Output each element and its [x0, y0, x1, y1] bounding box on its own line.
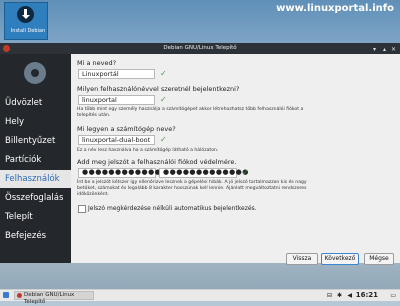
autologin-checkbox[interactable]: [78, 205, 86, 213]
desktop-icon-label: Install Debian: [10, 28, 46, 34]
name-valid-check-icon: ✓: [160, 69, 167, 78]
username-input[interactable]: linuxportal: [78, 95, 155, 105]
password-confirm-input[interactable]: ●●●●●●●●●●●●●: [159, 168, 248, 178]
password-question: Add meg jelszót a felhasználói fiókod vé…: [77, 158, 237, 166]
next-button[interactable]: Következő: [321, 253, 359, 265]
name-question: Mi a neved?: [77, 59, 117, 67]
password-hint-line3: időközönként.: [77, 192, 109, 197]
back-button[interactable]: Vissza: [286, 253, 318, 265]
sidebar-item-location: Hely: [5, 117, 25, 127]
sidebar-item-finish: Befejezés: [5, 231, 46, 241]
password-input[interactable]: ●●●●●●●●●●●●●: [78, 168, 167, 178]
taskbar-task-installer[interactable]: Debian GNU/Linux Telepítő: [14, 291, 94, 305]
login-question: Milyen felhasználónévvel szeretnél bejel…: [77, 85, 240, 93]
password-valid-check-icon: ✓: [242, 168, 249, 177]
cancel-button[interactable]: Mégse: [364, 253, 394, 265]
full-name-input[interactable]: Linuxportál: [78, 69, 155, 79]
download-icon: [17, 6, 34, 23]
network-icon[interactable]: ⊟: [327, 292, 332, 299]
watermark: www.linuxportal.info: [276, 3, 394, 14]
sidebar-item-welcome: Üdvözlet: [5, 98, 43, 108]
sidebar: Üdvözlet Hely Billentyűzet Partíciók Fel…: [0, 54, 71, 263]
start-menu-icon[interactable]: [3, 292, 9, 298]
autologin-label: Jelszó megkérdezése nélküli automatikus …: [88, 205, 257, 212]
sidebar-item-summary: Összefoglalás: [5, 193, 64, 203]
users-page: Mi a neved? Linuxportál ✓ Milyen felhasz…: [77, 54, 397, 265]
username-hint-line2: telepítés után.: [77, 113, 111, 118]
sidebar-item-partitions: Partíciók: [5, 155, 42, 165]
sidebar-item-install: Telepít: [5, 212, 33, 222]
bluetooth-icon[interactable]: ✱: [337, 292, 342, 299]
hostname-input[interactable]: linuxportal-dual-boot: [78, 135, 155, 145]
hostname-valid-check-icon: ✓: [160, 135, 167, 144]
debian-logo-icon: [24, 62, 46, 84]
clock: 16:21: [355, 291, 378, 299]
app-icon: [3, 45, 10, 52]
show-desktop-icon[interactable]: ▭: [390, 292, 396, 299]
installer-window: Debian GNU/Linux Telepítő ▾ ▴ ✕ Üdvözlet…: [0, 43, 400, 265]
install-debian-desktop-icon[interactable]: Install Debian: [4, 2, 48, 40]
hostname-question: Mi legyen a számítógép neve?: [77, 125, 176, 133]
hostname-hint: Ez a név lesz használva ha a számítógép …: [77, 148, 219, 153]
window-titlebar[interactable]: Debian GNU/Linux Telepítő ▾ ▴ ✕: [0, 43, 400, 54]
username-valid-check-icon: ✓: [160, 95, 167, 104]
window-title: Debian GNU/Linux Telepítő: [163, 45, 237, 51]
sidebar-item-users: Felhasználók: [0, 170, 71, 188]
sidebar-item-keyboard: Billentyűzet: [5, 136, 56, 146]
volume-icon[interactable]: ◀: [347, 292, 352, 299]
taskbar: Debian GNU/Linux Telepítő ⊟ ✱ ◀ 16:21 ▭: [0, 289, 400, 305]
